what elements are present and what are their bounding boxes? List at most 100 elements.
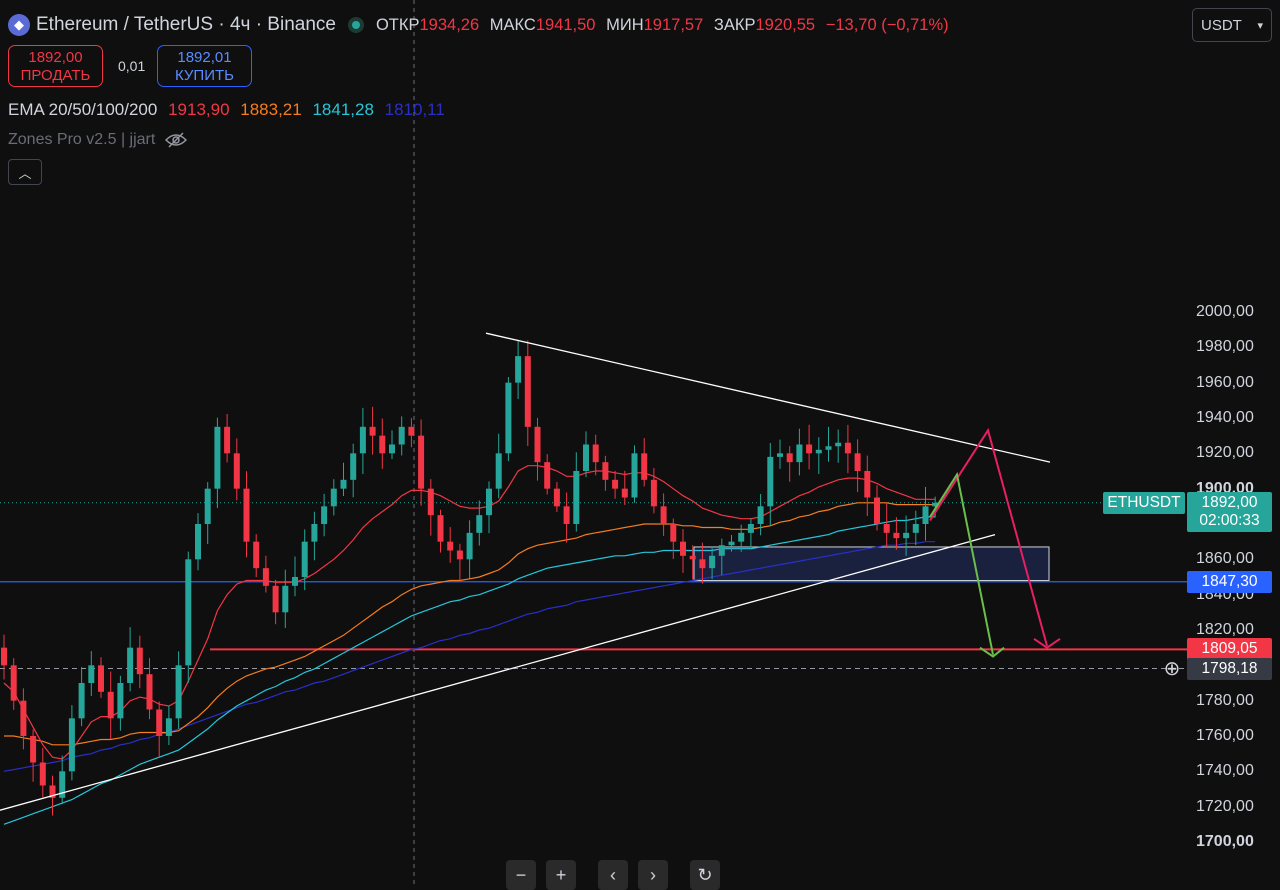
y-tick-label: 1700,00 <box>1196 833 1254 850</box>
low-label: МИН <box>606 15 644 34</box>
reset-icon: ↻ <box>697 864 713 885</box>
candle-body <box>844 442 851 454</box>
y-tick-label: 2000,00 <box>1196 302 1254 320</box>
candle-body <box>195 523 201 560</box>
candle-body <box>476 515 483 533</box>
candle-body <box>175 665 182 719</box>
scroll-left-button[interactable]: ‹ <box>598 860 628 890</box>
scroll-right-button[interactable]: › <box>638 860 668 890</box>
candle-body <box>621 488 628 498</box>
forecast-arrow-pink <box>929 427 1048 647</box>
spread-value: 0,01 <box>118 58 146 74</box>
descending-trendline <box>485 332 1051 463</box>
candle-body <box>359 426 366 454</box>
y-tick-label: 1720,00 <box>1196 797 1254 815</box>
candle-body <box>330 488 337 507</box>
candle-body <box>835 442 842 447</box>
candle-body <box>68 718 75 772</box>
bar-countdown: 02:00:33 <box>1199 511 1260 529</box>
candle-body <box>350 453 357 480</box>
ema100-value: 1841,28 <box>312 100 374 119</box>
high-value: 1941,50 <box>535 15 596 34</box>
sell-button[interactable]: 1892,00 ПРОДАТЬ <box>8 45 103 87</box>
candle-body <box>224 426 231 454</box>
ema20-line <box>3 465 936 760</box>
zones-legend[interactable]: Zones Pro v2.5 | jjart <box>8 131 188 149</box>
candle-body <box>456 550 463 560</box>
candle-body <box>127 647 134 683</box>
sell-label: ПРОДАТЬ <box>20 67 91 84</box>
candle-body <box>185 559 192 666</box>
symbol-title[interactable]: Ethereum / TetherUS · 4ч · Binance <box>36 14 336 36</box>
minus-icon: − <box>515 864 527 885</box>
open-label: ОТКР <box>375 15 420 34</box>
plus-circle-icon[interactable]: ⊕ <box>1160 658 1184 680</box>
candle-body <box>447 541 454 551</box>
eye-crossed-icon[interactable] <box>165 132 188 148</box>
candle-body <box>912 523 919 533</box>
candle-body <box>418 435 425 489</box>
ema-label: EMA 20/50/100/200 <box>8 100 158 119</box>
candle-body <box>262 568 269 586</box>
ema50-value: 1883,21 <box>240 100 302 119</box>
reset-chart-button[interactable]: ↻ <box>690 860 720 890</box>
ema-legend[interactable]: EMA 20/50/100/200 1913,90 1883,21 1841,2… <box>8 100 445 120</box>
candle-body <box>806 444 813 454</box>
candle-body <box>282 585 289 613</box>
sell-price: 1892,00 <box>28 49 83 66</box>
candle-body <box>204 488 211 524</box>
candle-body <box>631 453 638 498</box>
candle-body <box>98 665 104 692</box>
crosshair-price-tag: 1798,18 <box>1187 657 1272 680</box>
candle-body <box>660 506 667 524</box>
candle-body <box>515 356 522 383</box>
y-tick-label: 1960,00 <box>1196 373 1254 391</box>
currency-select[interactable]: USDT ▾ <box>1192 8 1272 42</box>
candle-body <box>379 435 386 454</box>
candle-body <box>311 523 318 542</box>
candle-body <box>922 506 929 524</box>
candle-body <box>874 497 880 524</box>
candle-body <box>534 426 541 463</box>
collapse-legend-button[interactable]: ︿ <box>8 159 42 185</box>
y-tick-label: 1780,00 <box>1196 691 1254 709</box>
candle-body <box>253 541 260 569</box>
ethereum-icon: ◆ <box>8 14 30 36</box>
candle-body <box>398 426 405 445</box>
zoom-out-button[interactable]: − <box>506 860 536 890</box>
candle-body <box>486 488 492 516</box>
candle-body <box>437 515 444 542</box>
candle-body <box>699 559 706 569</box>
candle-body <box>524 356 531 427</box>
last-price-value: 1892,00 <box>1201 493 1258 511</box>
candle-body <box>107 691 114 719</box>
candle-body <box>233 453 240 489</box>
candle-body <box>10 665 17 701</box>
price-chart[interactable] <box>0 0 1280 885</box>
candle-body <box>553 488 560 507</box>
y-tick-label: 1920,00 <box>1196 444 1254 462</box>
candle-body <box>815 449 822 454</box>
zoom-in-button[interactable]: + <box>546 860 576 890</box>
chevron-down-icon: ▾ <box>1257 19 1263 32</box>
candle-body <box>747 523 754 533</box>
ema200-value: 1810,11 <box>384 100 445 119</box>
candle-body <box>583 444 589 471</box>
candle-body <box>340 479 347 489</box>
close-label: ЗАКР <box>713 15 756 34</box>
candle-body <box>757 506 764 524</box>
candle-body <box>680 541 686 556</box>
y-tick-label: 1740,00 <box>1196 762 1254 780</box>
candle-body <box>272 585 279 613</box>
y-tick-label: 1860,00 <box>1196 550 1254 568</box>
candle-body <box>495 453 502 489</box>
candle-body <box>903 532 910 539</box>
candle-body <box>738 532 745 542</box>
candle-body <box>718 545 725 556</box>
candle-body <box>728 541 735 546</box>
candle-body <box>389 444 395 454</box>
buy-button[interactable]: 1892,01 КУПИТЬ <box>157 45 252 87</box>
candle-body <box>1 647 7 666</box>
currency-value: USDT <box>1201 16 1242 34</box>
candle-body <box>408 426 415 436</box>
